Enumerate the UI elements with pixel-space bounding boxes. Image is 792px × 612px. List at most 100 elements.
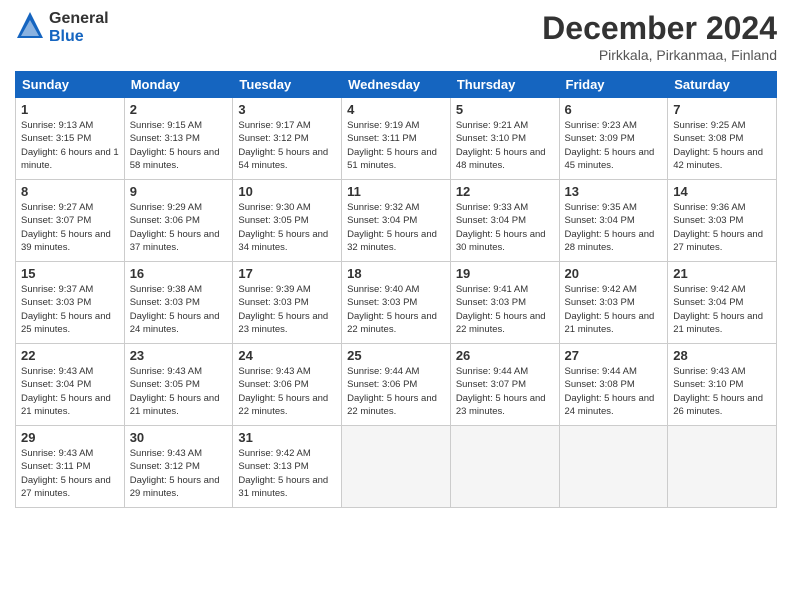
- calendar-cell: 8 Sunrise: 9:27 AMSunset: 3:07 PMDayligh…: [16, 180, 125, 262]
- day-number: 7: [673, 102, 771, 117]
- calendar-cell: 24 Sunrise: 9:43 AMSunset: 3:06 PMDaylig…: [233, 344, 342, 426]
- calendar-cell: 19 Sunrise: 9:41 AMSunset: 3:03 PMDaylig…: [450, 262, 559, 344]
- day-number: 28: [673, 348, 771, 363]
- calendar-cell: 28 Sunrise: 9:43 AMSunset: 3:10 PMDaylig…: [668, 344, 777, 426]
- calendar-week-4: 22 Sunrise: 9:43 AMSunset: 3:04 PMDaylig…: [16, 344, 777, 426]
- calendar-cell: 1 Sunrise: 9:13 AMSunset: 3:15 PMDayligh…: [16, 98, 125, 180]
- calendar-cell: 5 Sunrise: 9:21 AMSunset: 3:10 PMDayligh…: [450, 98, 559, 180]
- day-number: 31: [238, 430, 336, 445]
- calendar-cell: 27 Sunrise: 9:44 AMSunset: 3:08 PMDaylig…: [559, 344, 668, 426]
- day-number: 11: [347, 184, 445, 199]
- cell-info: Sunrise: 9:44 AMSunset: 3:06 PMDaylight:…: [347, 366, 437, 417]
- cell-info: Sunrise: 9:21 AMSunset: 3:10 PMDaylight:…: [456, 120, 546, 171]
- calendar-cell: 29 Sunrise: 9:43 AMSunset: 3:11 PMDaylig…: [16, 426, 125, 508]
- day-number: 13: [565, 184, 663, 199]
- day-number: 10: [238, 184, 336, 199]
- day-number: 5: [456, 102, 554, 117]
- location-title: Pirkkala, Pirkanmaa, Finland: [542, 47, 777, 63]
- cell-info: Sunrise: 9:43 AMSunset: 3:11 PMDaylight:…: [21, 448, 111, 499]
- cell-info: Sunrise: 9:43 AMSunset: 3:06 PMDaylight:…: [238, 366, 328, 417]
- calendar-cell: 30 Sunrise: 9:43 AMSunset: 3:12 PMDaylig…: [124, 426, 233, 508]
- day-number: 21: [673, 266, 771, 281]
- cell-info: Sunrise: 9:43 AMSunset: 3:05 PMDaylight:…: [130, 366, 220, 417]
- day-number: 19: [456, 266, 554, 281]
- cell-info: Sunrise: 9:23 AMSunset: 3:09 PMDaylight:…: [565, 120, 655, 171]
- calendar-cell: 21 Sunrise: 9:42 AMSunset: 3:04 PMDaylig…: [668, 262, 777, 344]
- calendar-cell: 11 Sunrise: 9:32 AMSunset: 3:04 PMDaylig…: [342, 180, 451, 262]
- col-wednesday: Wednesday: [342, 72, 451, 98]
- day-number: 27: [565, 348, 663, 363]
- cell-info: Sunrise: 9:27 AMSunset: 3:07 PMDaylight:…: [21, 202, 111, 253]
- col-sunday: Sunday: [16, 72, 125, 98]
- calendar-cell: 17 Sunrise: 9:39 AMSunset: 3:03 PMDaylig…: [233, 262, 342, 344]
- calendar-cell: 31 Sunrise: 9:42 AMSunset: 3:13 PMDaylig…: [233, 426, 342, 508]
- day-number: 14: [673, 184, 771, 199]
- cell-info: Sunrise: 9:39 AMSunset: 3:03 PMDaylight:…: [238, 284, 328, 335]
- calendar-cell: 23 Sunrise: 9:43 AMSunset: 3:05 PMDaylig…: [124, 344, 233, 426]
- cell-info: Sunrise: 9:13 AMSunset: 3:15 PMDaylight:…: [21, 120, 119, 171]
- calendar-cell: 10 Sunrise: 9:30 AMSunset: 3:05 PMDaylig…: [233, 180, 342, 262]
- calendar-cell: 12 Sunrise: 9:33 AMSunset: 3:04 PMDaylig…: [450, 180, 559, 262]
- cell-info: Sunrise: 9:38 AMSunset: 3:03 PMDaylight:…: [130, 284, 220, 335]
- day-number: 9: [130, 184, 228, 199]
- calendar-cell: [450, 426, 559, 508]
- day-number: 12: [456, 184, 554, 199]
- day-number: 18: [347, 266, 445, 281]
- calendar-cell: 4 Sunrise: 9:19 AMSunset: 3:11 PMDayligh…: [342, 98, 451, 180]
- calendar-cell: 15 Sunrise: 9:37 AMSunset: 3:03 PMDaylig…: [16, 262, 125, 344]
- day-number: 16: [130, 266, 228, 281]
- calendar-cell: 20 Sunrise: 9:42 AMSunset: 3:03 PMDaylig…: [559, 262, 668, 344]
- day-number: 6: [565, 102, 663, 117]
- cell-info: Sunrise: 9:43 AMSunset: 3:12 PMDaylight:…: [130, 448, 220, 499]
- day-number: 30: [130, 430, 228, 445]
- header-row: Sunday Monday Tuesday Wednesday Thursday…: [16, 72, 777, 98]
- title-section: December 2024 Pirkkala, Pirkanmaa, Finla…: [542, 10, 777, 63]
- page-container: General Blue December 2024 Pirkkala, Pir…: [0, 0, 792, 518]
- month-title: December 2024: [542, 10, 777, 47]
- calendar-cell: 9 Sunrise: 9:29 AMSunset: 3:06 PMDayligh…: [124, 180, 233, 262]
- calendar-week-2: 8 Sunrise: 9:27 AMSunset: 3:07 PMDayligh…: [16, 180, 777, 262]
- col-tuesday: Tuesday: [233, 72, 342, 98]
- calendar-week-1: 1 Sunrise: 9:13 AMSunset: 3:15 PMDayligh…: [16, 98, 777, 180]
- day-number: 4: [347, 102, 445, 117]
- cell-info: Sunrise: 9:41 AMSunset: 3:03 PMDaylight:…: [456, 284, 546, 335]
- calendar-cell: 2 Sunrise: 9:15 AMSunset: 3:13 PMDayligh…: [124, 98, 233, 180]
- day-number: 26: [456, 348, 554, 363]
- calendar-cell: 18 Sunrise: 9:40 AMSunset: 3:03 PMDaylig…: [342, 262, 451, 344]
- calendar-cell: 7 Sunrise: 9:25 AMSunset: 3:08 PMDayligh…: [668, 98, 777, 180]
- logo-text: General Blue: [49, 10, 109, 46]
- cell-info: Sunrise: 9:40 AMSunset: 3:03 PMDaylight:…: [347, 284, 437, 335]
- cell-info: Sunrise: 9:44 AMSunset: 3:07 PMDaylight:…: [456, 366, 546, 417]
- day-number: 8: [21, 184, 119, 199]
- col-thursday: Thursday: [450, 72, 559, 98]
- day-number: 20: [565, 266, 663, 281]
- cell-info: Sunrise: 9:29 AMSunset: 3:06 PMDaylight:…: [130, 202, 220, 253]
- logo-blue: Blue: [49, 28, 84, 45]
- day-number: 22: [21, 348, 119, 363]
- cell-info: Sunrise: 9:32 AMSunset: 3:04 PMDaylight:…: [347, 202, 437, 253]
- logo: General Blue: [15, 10, 109, 46]
- cell-info: Sunrise: 9:42 AMSunset: 3:13 PMDaylight:…: [238, 448, 328, 499]
- cell-info: Sunrise: 9:25 AMSunset: 3:08 PMDaylight:…: [673, 120, 763, 171]
- day-number: 23: [130, 348, 228, 363]
- cell-info: Sunrise: 9:35 AMSunset: 3:04 PMDaylight:…: [565, 202, 655, 253]
- cell-info: Sunrise: 9:43 AMSunset: 3:10 PMDaylight:…: [673, 366, 763, 417]
- calendar-table: Sunday Monday Tuesday Wednesday Thursday…: [15, 71, 777, 508]
- calendar-cell: [559, 426, 668, 508]
- day-number: 24: [238, 348, 336, 363]
- cell-info: Sunrise: 9:44 AMSunset: 3:08 PMDaylight:…: [565, 366, 655, 417]
- logo-icon: [15, 10, 45, 46]
- logo-general: General: [49, 10, 109, 27]
- calendar-week-5: 29 Sunrise: 9:43 AMSunset: 3:11 PMDaylig…: [16, 426, 777, 508]
- cell-info: Sunrise: 9:33 AMSunset: 3:04 PMDaylight:…: [456, 202, 546, 253]
- calendar-cell: [668, 426, 777, 508]
- calendar-cell: 22 Sunrise: 9:43 AMSunset: 3:04 PMDaylig…: [16, 344, 125, 426]
- col-friday: Friday: [559, 72, 668, 98]
- calendar-cell: 6 Sunrise: 9:23 AMSunset: 3:09 PMDayligh…: [559, 98, 668, 180]
- cell-info: Sunrise: 9:30 AMSunset: 3:05 PMDaylight:…: [238, 202, 328, 253]
- cell-info: Sunrise: 9:19 AMSunset: 3:11 PMDaylight:…: [347, 120, 437, 171]
- cell-info: Sunrise: 9:42 AMSunset: 3:03 PMDaylight:…: [565, 284, 655, 335]
- calendar-cell: 26 Sunrise: 9:44 AMSunset: 3:07 PMDaylig…: [450, 344, 559, 426]
- cell-info: Sunrise: 9:37 AMSunset: 3:03 PMDaylight:…: [21, 284, 111, 335]
- calendar-cell: 13 Sunrise: 9:35 AMSunset: 3:04 PMDaylig…: [559, 180, 668, 262]
